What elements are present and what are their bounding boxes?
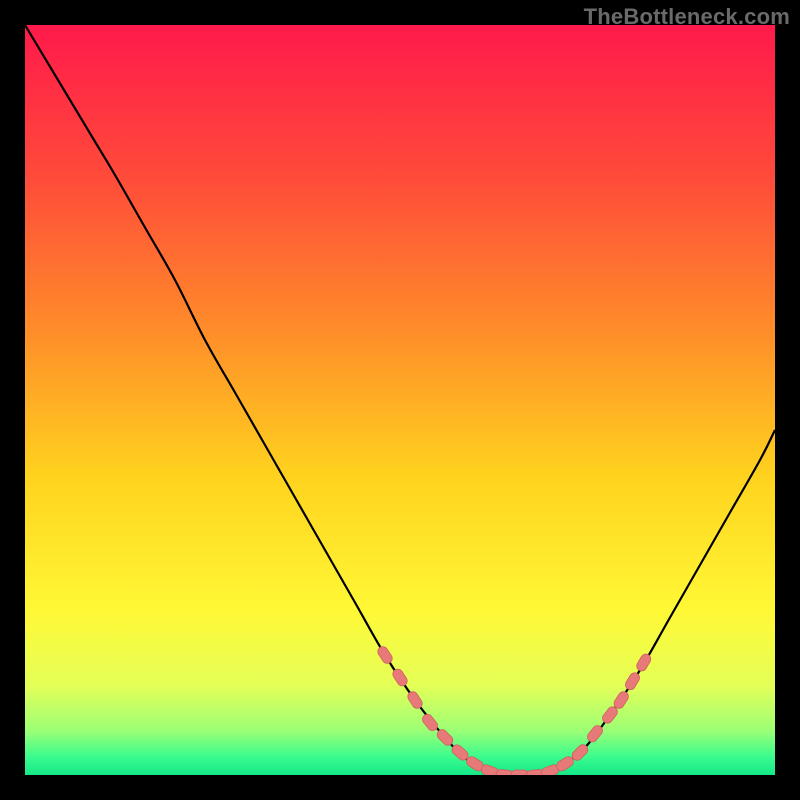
chart-frame: [25, 25, 775, 775]
gradient-background: [25, 25, 775, 775]
bottleneck-chart: [25, 25, 775, 775]
watermark-text: TheBottleneck.com: [584, 4, 790, 30]
